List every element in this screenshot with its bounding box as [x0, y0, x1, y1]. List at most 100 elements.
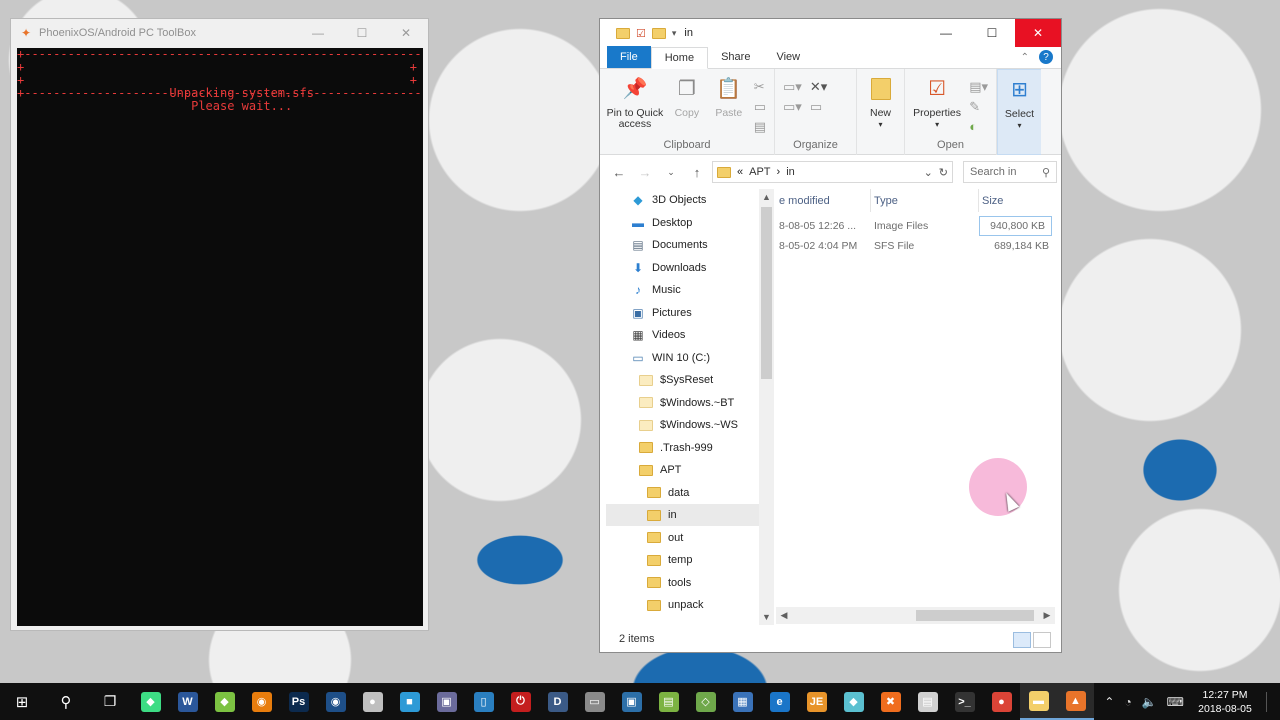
search-input[interactable]: Search in ⚲: [963, 161, 1057, 183]
action-center-icon[interactable]: [1266, 691, 1274, 712]
camera-taskbar-button[interactable]: ■: [391, 683, 428, 720]
edge-taskbar-button[interactable]: e: [761, 683, 798, 720]
details-view-icon[interactable]: [1013, 632, 1031, 648]
nav-item-3d-objects[interactable]: ◆ 3D Objects: [606, 189, 759, 211]
breadcrumb-in[interactable]: in: [786, 166, 795, 178]
explorer-taskbar-button[interactable]: ▬: [1020, 683, 1057, 720]
move-to-icon[interactable]: ▭▾: [783, 79, 802, 95]
nav-item-tools[interactable]: tools: [606, 572, 759, 594]
nav-item-data[interactable]: data: [606, 482, 759, 504]
volume-icon[interactable]: 🔈: [1142, 695, 1157, 709]
nav-item-temp[interactable]: temp: [606, 549, 759, 571]
nav-scrollbar[interactable]: ▲ ▼: [759, 189, 774, 625]
calculator-taskbar-button[interactable]: ▦: [724, 683, 761, 720]
gem-taskbar-button[interactable]: ◇: [687, 683, 724, 720]
paint-taskbar-button[interactable]: ◆: [835, 683, 872, 720]
chrome-taskbar-button[interactable]: ●: [983, 683, 1020, 720]
media-taskbar-button[interactable]: ◉: [317, 683, 354, 720]
column-date-modified[interactable]: e modified: [776, 189, 871, 212]
vm-taskbar-button[interactable]: ▣: [613, 683, 650, 720]
column-size[interactable]: Size: [979, 189, 1055, 212]
nav-item-downloads[interactable]: ⬇ Downloads: [606, 257, 759, 279]
console-titlebar[interactable]: ✦ PhoenixOS/Android PC ToolBox — ☐ ✕: [11, 19, 428, 47]
scroll-left-icon[interactable]: ◀: [776, 610, 792, 621]
task-view-button[interactable]: ❐: [88, 683, 132, 720]
breadcrumb-apt[interactable]: APT: [749, 166, 770, 178]
delete-icon[interactable]: ✕▾: [810, 79, 827, 95]
nav-item-desktop[interactable]: ▬ Desktop: [606, 212, 759, 234]
large-icons-view-icon[interactable]: [1033, 632, 1051, 648]
photoshop-taskbar-button[interactable]: Ps: [280, 683, 317, 720]
clock[interactable]: 12:27 PM 2018-08-05: [1194, 688, 1256, 716]
scroll-right-icon[interactable]: ▶: [1039, 610, 1055, 621]
address-dropdown-icon[interactable]: ⌄: [924, 166, 933, 179]
jetbrains-taskbar-button[interactable]: JE: [798, 683, 835, 720]
maximize-button[interactable]: ☐: [340, 19, 384, 47]
virtualbox-taskbar-button[interactable]: ▣: [428, 683, 465, 720]
horizontal-scrollbar[interactable]: ◀ ▶: [776, 607, 1055, 624]
document-taskbar-button[interactable]: ▤: [909, 683, 946, 720]
explorer-titlebar[interactable]: ☑ ▾ in — ☐ ✕: [600, 19, 1061, 47]
dev-taskbar-button[interactable]: D: [539, 683, 576, 720]
nav-item-windows-ws[interactable]: $Windows.~WS: [606, 414, 759, 436]
cut-icon[interactable]: ✂: [754, 79, 766, 95]
new-folder-button[interactable]: New ▾: [861, 73, 900, 155]
scroll-down-icon[interactable]: ▼: [759, 609, 774, 625]
copy-path-icon[interactable]: ▭: [754, 99, 766, 115]
close-button[interactable]: ✕: [1015, 19, 1061, 47]
nav-item-music[interactable]: ♪ Music: [606, 279, 759, 301]
nav-item-pictures[interactable]: ▣ Pictures: [606, 302, 759, 324]
open-icon[interactable]: ▤▾: [969, 79, 988, 95]
paste-shortcut-icon[interactable]: ▤: [754, 119, 766, 135]
properties-check-icon[interactable]: ☑: [636, 27, 646, 40]
tab-file[interactable]: File: [607, 46, 651, 68]
refresh-icon[interactable]: ↻: [939, 166, 948, 179]
tab-home[interactable]: Home: [650, 47, 709, 69]
nav-item-windows-bt[interactable]: $Windows.~BT: [606, 392, 759, 414]
terminal-taskbar-button[interactable]: >_: [946, 683, 983, 720]
window-taskbar-button[interactable]: ▭: [576, 683, 613, 720]
up-arrow-icon[interactable]: ↑: [686, 165, 708, 180]
breadcrumb-overflow[interactable]: «: [737, 166, 743, 178]
nav-item-videos[interactable]: ▦ Videos: [606, 324, 759, 346]
keyboard-icon[interactable]: ⌨: [1167, 695, 1184, 709]
tab-view[interactable]: View: [763, 46, 813, 68]
scroll-thumb[interactable]: [761, 207, 772, 379]
phoenix-taskbar-button[interactable]: ▲: [1057, 683, 1094, 720]
h-scroll-thumb[interactable]: [916, 610, 1034, 621]
rename-icon[interactable]: ▭: [810, 99, 827, 115]
android-studio-taskbar-button[interactable]: ◆: [132, 683, 169, 720]
nav-item-sysreset[interactable]: $SysReset: [606, 369, 759, 391]
history-icon[interactable]: ◐: [969, 119, 988, 134]
toolbox-console-window[interactable]: ✦ PhoenixOS/Android PC ToolBox — ☐ ✕ +--…: [10, 18, 429, 631]
nav-item-documents[interactable]: ▤ Documents: [606, 234, 759, 256]
file-row[interactable]: 8-05-02 4:04 PM SFS File 689,184 KB: [776, 236, 1055, 256]
nav-item-win-10-c[interactable]: ▭ WIN 10 (C:): [606, 347, 759, 369]
minimize-button[interactable]: —: [923, 19, 969, 47]
tray-chevron-icon[interactable]: ⌃: [1104, 695, 1114, 709]
nav-item-apt[interactable]: APT: [606, 459, 759, 481]
new-folder-icon[interactable]: [651, 27, 666, 39]
word-taskbar-button[interactable]: W: [169, 683, 206, 720]
tab-share[interactable]: Share: [708, 46, 763, 68]
forward-arrow-icon[interactable]: →: [634, 165, 656, 180]
address-bar[interactable]: « APT › in ⌄ ↻: [712, 161, 953, 183]
search-button[interactable]: ⚲: [44, 683, 88, 720]
collapse-ribbon-icon[interactable]: ⌃: [1021, 52, 1029, 63]
start-button[interactable]: ⊞: [0, 683, 44, 720]
close-button[interactable]: ✕: [384, 19, 428, 47]
disc-taskbar-button[interactable]: ●: [354, 683, 391, 720]
nav-item-unpack[interactable]: unpack: [606, 594, 759, 616]
xampp-taskbar-button[interactable]: ✖: [872, 683, 909, 720]
back-arrow-icon[interactable]: ←: [608, 165, 630, 180]
nav-item-in[interactable]: in: [606, 504, 759, 526]
copy-to-icon[interactable]: ▭▾: [783, 99, 802, 115]
select-button[interactable]: ⊞ Select ▾: [1002, 74, 1037, 154]
file-row[interactable]: 8-08-05 12:26 ... Image Files 940,800 KB: [776, 216, 1055, 236]
minimize-button[interactable]: —: [296, 19, 340, 47]
nav-item-out[interactable]: out: [606, 527, 759, 549]
network-icon[interactable]: ◔: [1124, 695, 1131, 709]
customize-dropdown-icon[interactable]: ▾: [672, 28, 677, 39]
edit-icon[interactable]: ✎: [969, 99, 988, 115]
nav-item-trash-999[interactable]: .Trash-999: [606, 437, 759, 459]
